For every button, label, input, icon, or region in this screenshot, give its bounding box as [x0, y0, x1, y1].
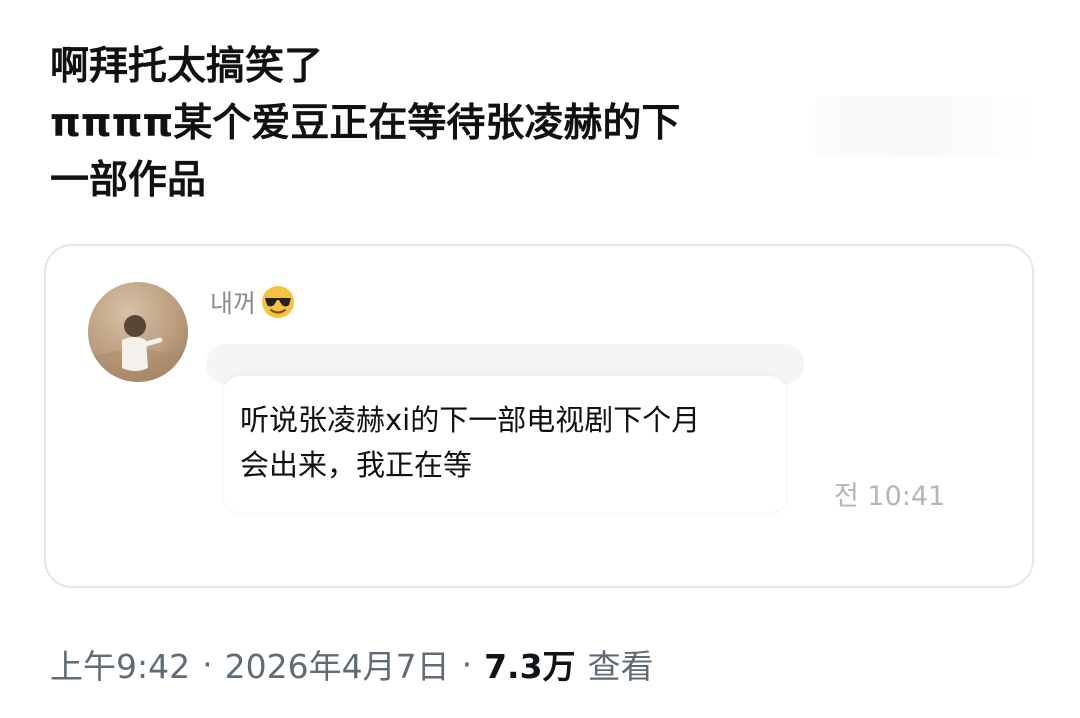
avatar: [88, 282, 188, 382]
chat-message-bubble[interactable]: 听说张凌赫xi的下一部电视剧下个月 会出来，我正在等: [224, 376, 786, 512]
post-meta: 上午9:42 · 2026年4月7日 · 7.3万 查看: [50, 640, 654, 688]
sunglasses-face-icon: [262, 286, 295, 318]
post-time: 上午9:42: [50, 647, 191, 686]
message-text-line: 会出来，我正在等: [240, 448, 473, 482]
post-date[interactable]: 2026年4月7日: [225, 640, 450, 688]
separator-dot: ·: [202, 644, 213, 684]
view-count-label: 查看: [587, 647, 654, 686]
separator-dot: ·: [461, 644, 473, 684]
embedded-chat-screenshot[interactable]: 내꺼 听说张凌赫xi的下一部电视剧下个月 会出来，我正在等 전 10:41: [44, 244, 1034, 588]
blurred-region: [815, 96, 1035, 156]
sender-name: 내꺼: [210, 289, 257, 318]
avatar-photo: [88, 315, 188, 382]
view-count: 7.3万: [484, 647, 576, 686]
chat-sender: 내꺼: [210, 284, 296, 320]
post-text-line: 一部作品: [50, 158, 207, 203]
post-text-line: 啊拜托太搞笑了: [50, 44, 324, 89]
message-timestamp: 전 10:41: [834, 481, 946, 512]
message-text-line: 听说张凌赫xi的下一部电视剧下个月: [240, 403, 701, 437]
